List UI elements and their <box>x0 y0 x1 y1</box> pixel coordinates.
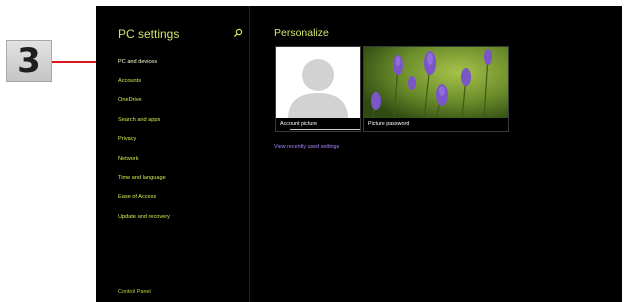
nav-item-accounts[interactable]: Accounts <box>118 78 141 84</box>
nav-item-onedrive[interactable]: OneDrive <box>118 97 142 103</box>
step-number-badge: 3 <box>6 40 52 82</box>
nav-item-pc-and-devices[interactable]: PC and devices <box>118 59 157 65</box>
account-picture-tile[interactable]: Account picture <box>275 46 361 132</box>
search-icon[interactable] <box>233 28 243 38</box>
nav-item-privacy[interactable]: Privacy <box>118 136 136 142</box>
personalize-pane: Personalize Account picture Picture pass… <box>250 6 622 302</box>
settings-nav-pane: PC settings PC and devices Accounts OneD… <box>96 6 249 302</box>
lavender-photo <box>364 47 508 119</box>
pc-settings-screen: PC settings PC and devices Accounts OneD… <box>96 6 622 302</box>
tile-underline <box>290 129 360 130</box>
section-title: Personalize <box>274 27 329 39</box>
user-silhouette-icon <box>288 59 348 119</box>
nav-item-search-and-apps[interactable]: Search and apps <box>118 117 160 123</box>
nav-item-ease-of-access[interactable]: Ease of Access <box>118 194 156 200</box>
tile-caption-picture-password: Picture password <box>364 118 508 131</box>
control-panel-link[interactable]: Control Panel <box>118 289 151 295</box>
nav-item-network[interactable]: Network <box>118 156 139 162</box>
nav-item-time-and-language[interactable]: Time and language <box>118 175 166 181</box>
pane-title: PC settings <box>118 27 180 41</box>
picture-password-tile[interactable]: Picture password <box>363 46 509 132</box>
nav-item-update-and-recovery[interactable]: Update and recovery <box>118 214 170 220</box>
view-recently-used-settings-link[interactable]: View recently used settings <box>274 144 339 150</box>
